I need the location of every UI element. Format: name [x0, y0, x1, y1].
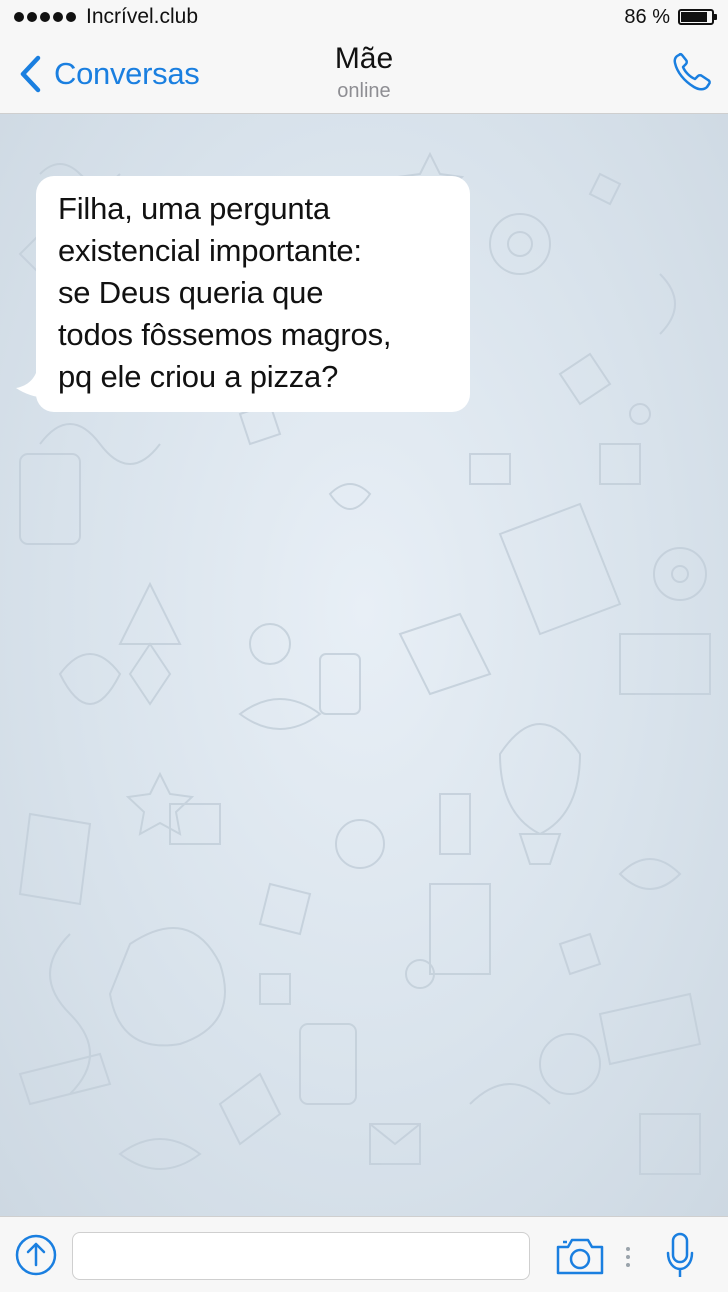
- incoming-message-bubble[interactable]: Filha, uma pergunta existencial importan…: [36, 176, 470, 412]
- back-to-conversations-button[interactable]: Conversas: [18, 54, 200, 94]
- status-bar: Incrível.club 86 %: [0, 0, 728, 34]
- call-button[interactable]: [670, 50, 714, 94]
- camera-button[interactable]: [554, 1235, 606, 1277]
- battery-percent: 86 %: [624, 5, 670, 28]
- conversation-header: Conversas Mãe online: [0, 34, 728, 114]
- status-left: Incrível.club: [14, 5, 198, 29]
- back-button-label: Conversas: [54, 56, 200, 91]
- carrier-name: Incrível.club: [86, 5, 199, 28]
- message-input[interactable]: [72, 1232, 530, 1280]
- message-composer: [0, 1216, 728, 1292]
- attach-button[interactable]: [14, 1233, 58, 1277]
- battery-level-fill: [681, 12, 707, 22]
- message-text: Filha, uma pergunta existencial importan…: [58, 191, 392, 394]
- signal-dots-icon: [14, 12, 76, 22]
- arrow-up-circle-icon: [15, 1234, 57, 1276]
- chat-area[interactable]: Filha, uma pergunta existencial importan…: [0, 114, 728, 1216]
- camera-icon: [556, 1238, 604, 1275]
- separator-dots: [626, 1247, 630, 1267]
- status-right: 86 %: [624, 5, 717, 29]
- microphone-icon: [666, 1232, 694, 1277]
- chevron-left-icon: [20, 55, 41, 93]
- microphone-button[interactable]: [664, 1231, 696, 1281]
- phone-icon: [673, 53, 711, 91]
- battery-icon: [678, 9, 717, 25]
